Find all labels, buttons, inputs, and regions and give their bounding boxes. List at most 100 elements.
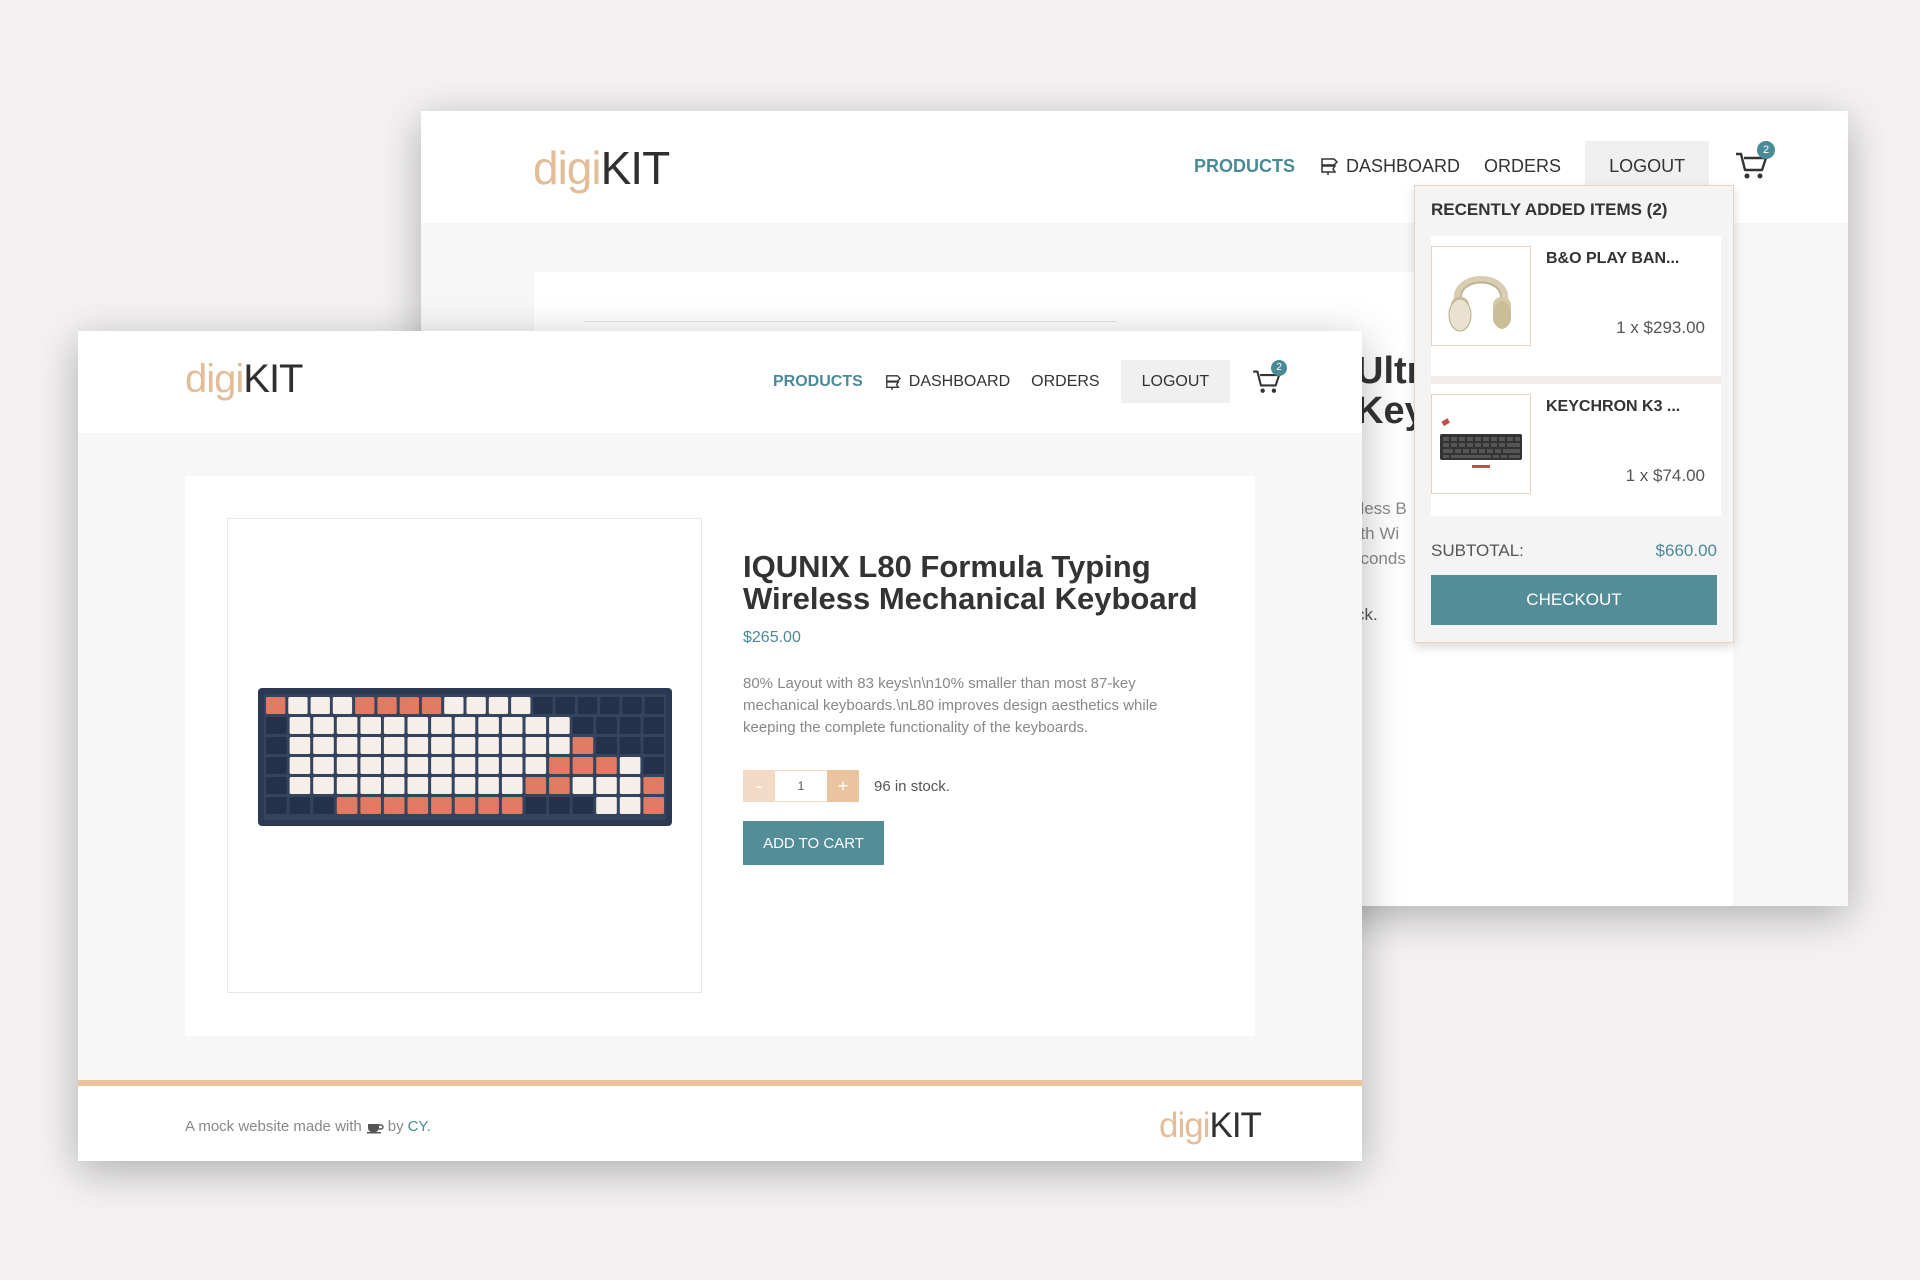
keycap (287, 696, 308, 714)
credit-author-link[interactable]: CY. (408, 1118, 431, 1135)
keycap (572, 796, 593, 814)
keycap (407, 736, 428, 754)
keycap (383, 736, 404, 754)
keycap (336, 756, 357, 774)
logo-digi: digi (185, 357, 244, 401)
keycap (595, 756, 617, 774)
nav-orders[interactable]: ORDERS (1484, 156, 1561, 177)
keycap (548, 796, 570, 814)
keycap (642, 736, 664, 754)
product-card: IQUNIX L80 Formula Typing Wireless Mecha… (185, 476, 1255, 1036)
checkout-button[interactable]: CHECKOUT (1431, 575, 1717, 625)
keycap (336, 776, 357, 794)
keycap (577, 696, 597, 714)
keycap (501, 756, 522, 774)
keycap (359, 756, 381, 774)
quantity-stepper: - 1 + 96 in stock. (743, 770, 950, 802)
keycap (501, 776, 522, 794)
site-logo[interactable]: digi KIT (533, 141, 671, 195)
keycap (642, 776, 664, 794)
keycap (312, 716, 334, 734)
keycap (289, 756, 310, 774)
keycap (312, 736, 334, 754)
keycap (407, 776, 428, 794)
headphones-image (1431, 246, 1531, 346)
keycap (619, 756, 640, 774)
keycap (454, 736, 475, 754)
keycap (548, 736, 570, 754)
nav-products[interactable]: PRODUCTS (1194, 156, 1295, 177)
keycap (359, 776, 381, 794)
keycap (265, 796, 287, 814)
keycap (621, 696, 642, 714)
keycap (399, 696, 419, 714)
keycap (555, 696, 575, 714)
cart-count-badge: 2 (1271, 359, 1288, 376)
keycap (501, 736, 522, 754)
cart-item[interactable]: KEYCHRON K3 ... 1 x $74.00 (1431, 376, 1721, 516)
keycap (265, 776, 287, 794)
keycap (548, 776, 570, 794)
credit-prefix: A mock website made with (185, 1118, 362, 1135)
keycap (619, 796, 640, 814)
keycap (336, 716, 357, 734)
keycap (310, 696, 330, 714)
keycap (548, 716, 570, 734)
keycap (525, 716, 546, 734)
keycap (595, 776, 617, 794)
keycap (477, 776, 499, 794)
site-logo[interactable]: digi KIT (185, 357, 304, 402)
keycap (525, 796, 546, 814)
keycap (572, 776, 593, 794)
keycap (265, 756, 287, 774)
keycap (532, 696, 553, 714)
subtotal-label: SUBTOTAL: (1431, 541, 1524, 560)
cart-button[interactable]: 2 (1735, 141, 1776, 181)
keycap (572, 736, 593, 754)
keycap (359, 736, 381, 754)
keycap (619, 776, 640, 794)
nav-dashboard-label: DASHBOARD (1346, 155, 1461, 176)
signpost-icon (1321, 158, 1339, 175)
qty-input[interactable]: 1 (775, 770, 827, 802)
footer-logo[interactable]: digiKIT (1159, 1106, 1262, 1146)
keycap (336, 736, 357, 754)
keycap (548, 756, 570, 774)
keycap (430, 796, 452, 814)
keycap (421, 696, 441, 714)
keycap (501, 796, 522, 814)
logo-digi: digi (533, 142, 602, 194)
qty-decrease-button[interactable]: - (743, 770, 775, 802)
keycap (407, 796, 428, 814)
nav-orders[interactable]: ORDERS (1031, 373, 1099, 391)
logo-kit: KIT (600, 142, 671, 194)
cart-item-name: KEYCHRON K3 ... (1546, 398, 1681, 415)
keycap (642, 756, 664, 774)
cart-item-price: 1 x $293.00 (1616, 318, 1705, 337)
cart-items-list: B&O PLAY BAN... 1 x $293.00 KEYCHRON K3 … (1431, 236, 1721, 516)
keycap (383, 796, 404, 814)
add-to-cart-button[interactable]: ADD TO CART (743, 821, 884, 865)
keycap (376, 696, 397, 714)
logo-kit: KIT (243, 357, 303, 401)
keycap (312, 776, 334, 794)
qty-increase-button[interactable]: + (827, 770, 859, 802)
nav-products[interactable]: PRODUCTS (773, 373, 863, 391)
image-frame-edge (584, 321, 1116, 325)
keycap (336, 796, 357, 814)
keycap (430, 736, 452, 754)
keycap (289, 716, 310, 734)
coffee-icon (366, 1123, 384, 1133)
cart-item[interactable]: B&O PLAY BAN... 1 x $293.00 (1431, 236, 1721, 376)
nav-dashboard[interactable]: DASHBOARD (1319, 156, 1460, 177)
keycap (407, 756, 428, 774)
keycap (595, 716, 617, 734)
keyboard-image (1431, 394, 1531, 494)
cart-button[interactable]: 2 (1252, 359, 1288, 395)
keycap (359, 796, 381, 814)
logout-button[interactable]: LOGOUT (1585, 141, 1710, 191)
logout-button[interactable]: LOGOUT (1120, 360, 1231, 403)
nav-dashboard[interactable]: DASHBOARD (884, 373, 1010, 391)
keycap (265, 716, 287, 734)
keycap (430, 716, 452, 734)
